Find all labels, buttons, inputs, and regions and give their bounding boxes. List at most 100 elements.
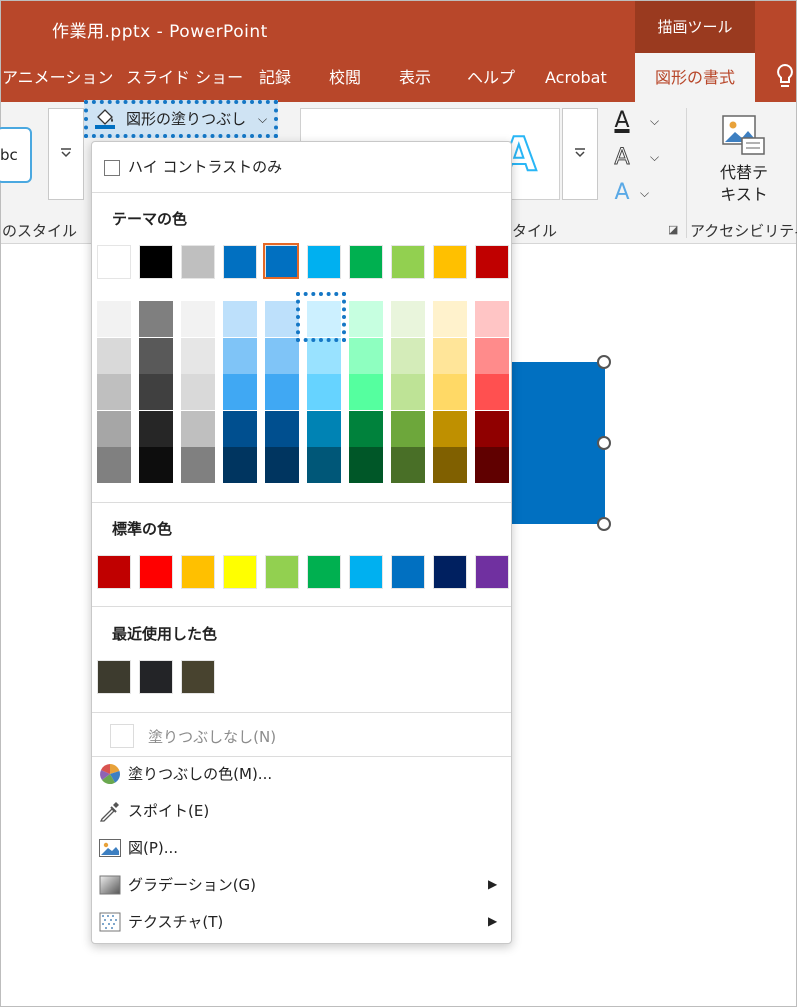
theme-tint-swatch[interactable] xyxy=(391,337,425,374)
high-contrast-checkbox[interactable] xyxy=(104,160,120,176)
theme-tint-swatch[interactable] xyxy=(265,374,299,410)
tab-help[interactable]: ヘルプ xyxy=(467,53,515,102)
standard-color-swatch[interactable] xyxy=(97,555,131,589)
theme-color-swatch[interactable] xyxy=(223,245,257,279)
theme-tint-swatch[interactable] xyxy=(349,374,383,410)
tab-review[interactable]: 校閲 xyxy=(329,53,361,102)
theme-tint-swatch[interactable] xyxy=(97,301,131,337)
theme-tint-swatch[interactable] xyxy=(307,410,341,447)
theme-color-swatch[interactable] xyxy=(307,245,341,279)
theme-tint-swatch[interactable] xyxy=(223,337,257,374)
theme-color-swatch[interactable] xyxy=(433,245,467,279)
theme-tint-swatch[interactable] xyxy=(475,301,509,337)
text-effects-chevron-icon[interactable]: ⌵ xyxy=(640,186,649,201)
theme-tint-swatch[interactable] xyxy=(181,447,215,483)
theme-tint-swatch[interactable] xyxy=(181,410,215,447)
theme-tint-swatch[interactable] xyxy=(475,374,509,410)
theme-tint-swatch[interactable] xyxy=(265,301,299,337)
theme-tint-swatch[interactable] xyxy=(97,410,131,447)
shape-style-preview[interactable]: bc xyxy=(0,127,32,183)
text-outline-chevron-icon[interactable]: ⌵ xyxy=(650,150,659,165)
standard-color-swatch[interactable] xyxy=(307,555,341,589)
shape-styles-more-button[interactable] xyxy=(48,108,84,200)
theme-tint-swatch[interactable] xyxy=(391,410,425,447)
theme-color-swatch[interactable] xyxy=(475,245,509,279)
theme-tint-swatch[interactable] xyxy=(139,410,173,447)
theme-tint-swatch[interactable] xyxy=(391,447,425,483)
theme-color-swatch[interactable] xyxy=(181,245,215,279)
standard-color-swatch[interactable] xyxy=(181,555,215,589)
recent-color-swatch[interactable] xyxy=(181,660,215,694)
theme-color-swatch[interactable] xyxy=(97,245,131,279)
theme-tint-swatch[interactable] xyxy=(223,447,257,483)
theme-tint-swatch[interactable] xyxy=(139,374,173,410)
theme-tint-swatch[interactable] xyxy=(433,301,467,337)
text-effects-icon[interactable]: A xyxy=(608,180,636,210)
theme-tint-swatch[interactable] xyxy=(223,374,257,410)
standard-color-swatch[interactable] xyxy=(349,555,383,589)
selected-rectangle-shape[interactable] xyxy=(509,362,605,524)
recent-color-swatch[interactable] xyxy=(139,660,173,694)
theme-tint-swatch[interactable] xyxy=(97,374,131,410)
shape-fill-button[interactable]: 図形の塗りつぶし ⌵ xyxy=(84,100,278,138)
eyedropper-item[interactable]: スポイト(E) xyxy=(92,793,511,829)
standard-color-swatch[interactable] xyxy=(223,555,257,589)
theme-tint-swatch[interactable] xyxy=(97,337,131,374)
gradient-item[interactable]: グラデーション(G) ▶ xyxy=(92,867,511,903)
picture-fill-item[interactable]: 図(P)... xyxy=(92,830,511,866)
theme-tint-swatch[interactable] xyxy=(265,447,299,483)
theme-tint-swatch[interactable] xyxy=(307,374,341,410)
recent-color-swatch[interactable] xyxy=(97,660,131,694)
theme-tint-swatch[interactable] xyxy=(307,337,341,374)
theme-tint-swatch[interactable] xyxy=(475,447,509,483)
theme-tint-swatch[interactable] xyxy=(139,337,173,374)
more-fill-colors-item[interactable]: 塗りつぶしの色(M)... xyxy=(92,756,511,792)
theme-color-swatch[interactable] xyxy=(349,245,383,279)
standard-color-swatch[interactable] xyxy=(475,555,509,589)
theme-tint-swatch[interactable] xyxy=(139,301,173,337)
theme-tint-swatch[interactable] xyxy=(475,410,509,447)
theme-tint-swatch[interactable] xyxy=(349,447,383,483)
theme-tint-swatch[interactable] xyxy=(391,301,425,337)
text-fill-icon[interactable]: A xyxy=(608,108,636,138)
resize-handle-right[interactable] xyxy=(597,436,611,450)
theme-tint-swatch[interactable] xyxy=(349,337,383,374)
theme-tint-swatch[interactable] xyxy=(433,337,467,374)
theme-color-swatch[interactable] xyxy=(139,245,173,279)
high-contrast-label[interactable]: ハイ コントラストのみ xyxy=(128,156,282,177)
alt-text-button[interactable]: 代替テ キスト xyxy=(704,162,784,206)
wordart-styles-more-button[interactable] xyxy=(562,108,598,200)
lightbulb-icon[interactable] xyxy=(775,63,795,91)
theme-tint-swatch[interactable] xyxy=(265,337,299,374)
standard-color-swatch[interactable] xyxy=(391,555,425,589)
theme-tint-swatch[interactable] xyxy=(265,410,299,447)
theme-tint-swatch[interactable] xyxy=(433,374,467,410)
text-outline-icon[interactable]: A xyxy=(608,145,636,175)
standard-color-swatch[interactable] xyxy=(139,555,173,589)
theme-tint-swatch[interactable] xyxy=(223,410,257,447)
theme-tint-swatch[interactable] xyxy=(181,301,215,337)
resize-handle-top-right[interactable] xyxy=(597,355,611,369)
tab-slide-show[interactable]: スライド ショー xyxy=(126,53,243,102)
texture-item[interactable]: テクスチャ(T) ▶ xyxy=(92,904,511,940)
theme-tint-swatch[interactable] xyxy=(181,337,215,374)
theme-tint-swatch[interactable] xyxy=(433,447,467,483)
theme-tint-swatch[interactable] xyxy=(349,410,383,447)
tab-animations[interactable]: アニメーション xyxy=(2,53,113,102)
tab-view[interactable]: 表示 xyxy=(399,53,431,102)
resize-handle-bottom-right[interactable] xyxy=(597,517,611,531)
theme-color-swatch[interactable] xyxy=(391,245,425,279)
theme-tint-swatch[interactable] xyxy=(139,447,173,483)
theme-tint-swatch[interactable] xyxy=(223,301,257,337)
theme-tint-swatch[interactable] xyxy=(349,301,383,337)
tab-record[interactable]: 記録 xyxy=(259,53,291,102)
theme-tint-swatch[interactable] xyxy=(181,374,215,410)
dialog-launcher-icon[interactable]: ◪ xyxy=(668,223,678,236)
theme-tint-swatch[interactable] xyxy=(433,410,467,447)
standard-color-swatch[interactable] xyxy=(433,555,467,589)
theme-tint-swatch[interactable] xyxy=(391,374,425,410)
no-fill-option[interactable]: 塗りつぶしなし(N) xyxy=(148,726,276,747)
text-fill-chevron-icon[interactable]: ⌵ xyxy=(650,114,659,129)
alt-text-icon[interactable] xyxy=(720,112,766,158)
tab-shape-format[interactable]: 図形の書式 xyxy=(635,53,755,102)
